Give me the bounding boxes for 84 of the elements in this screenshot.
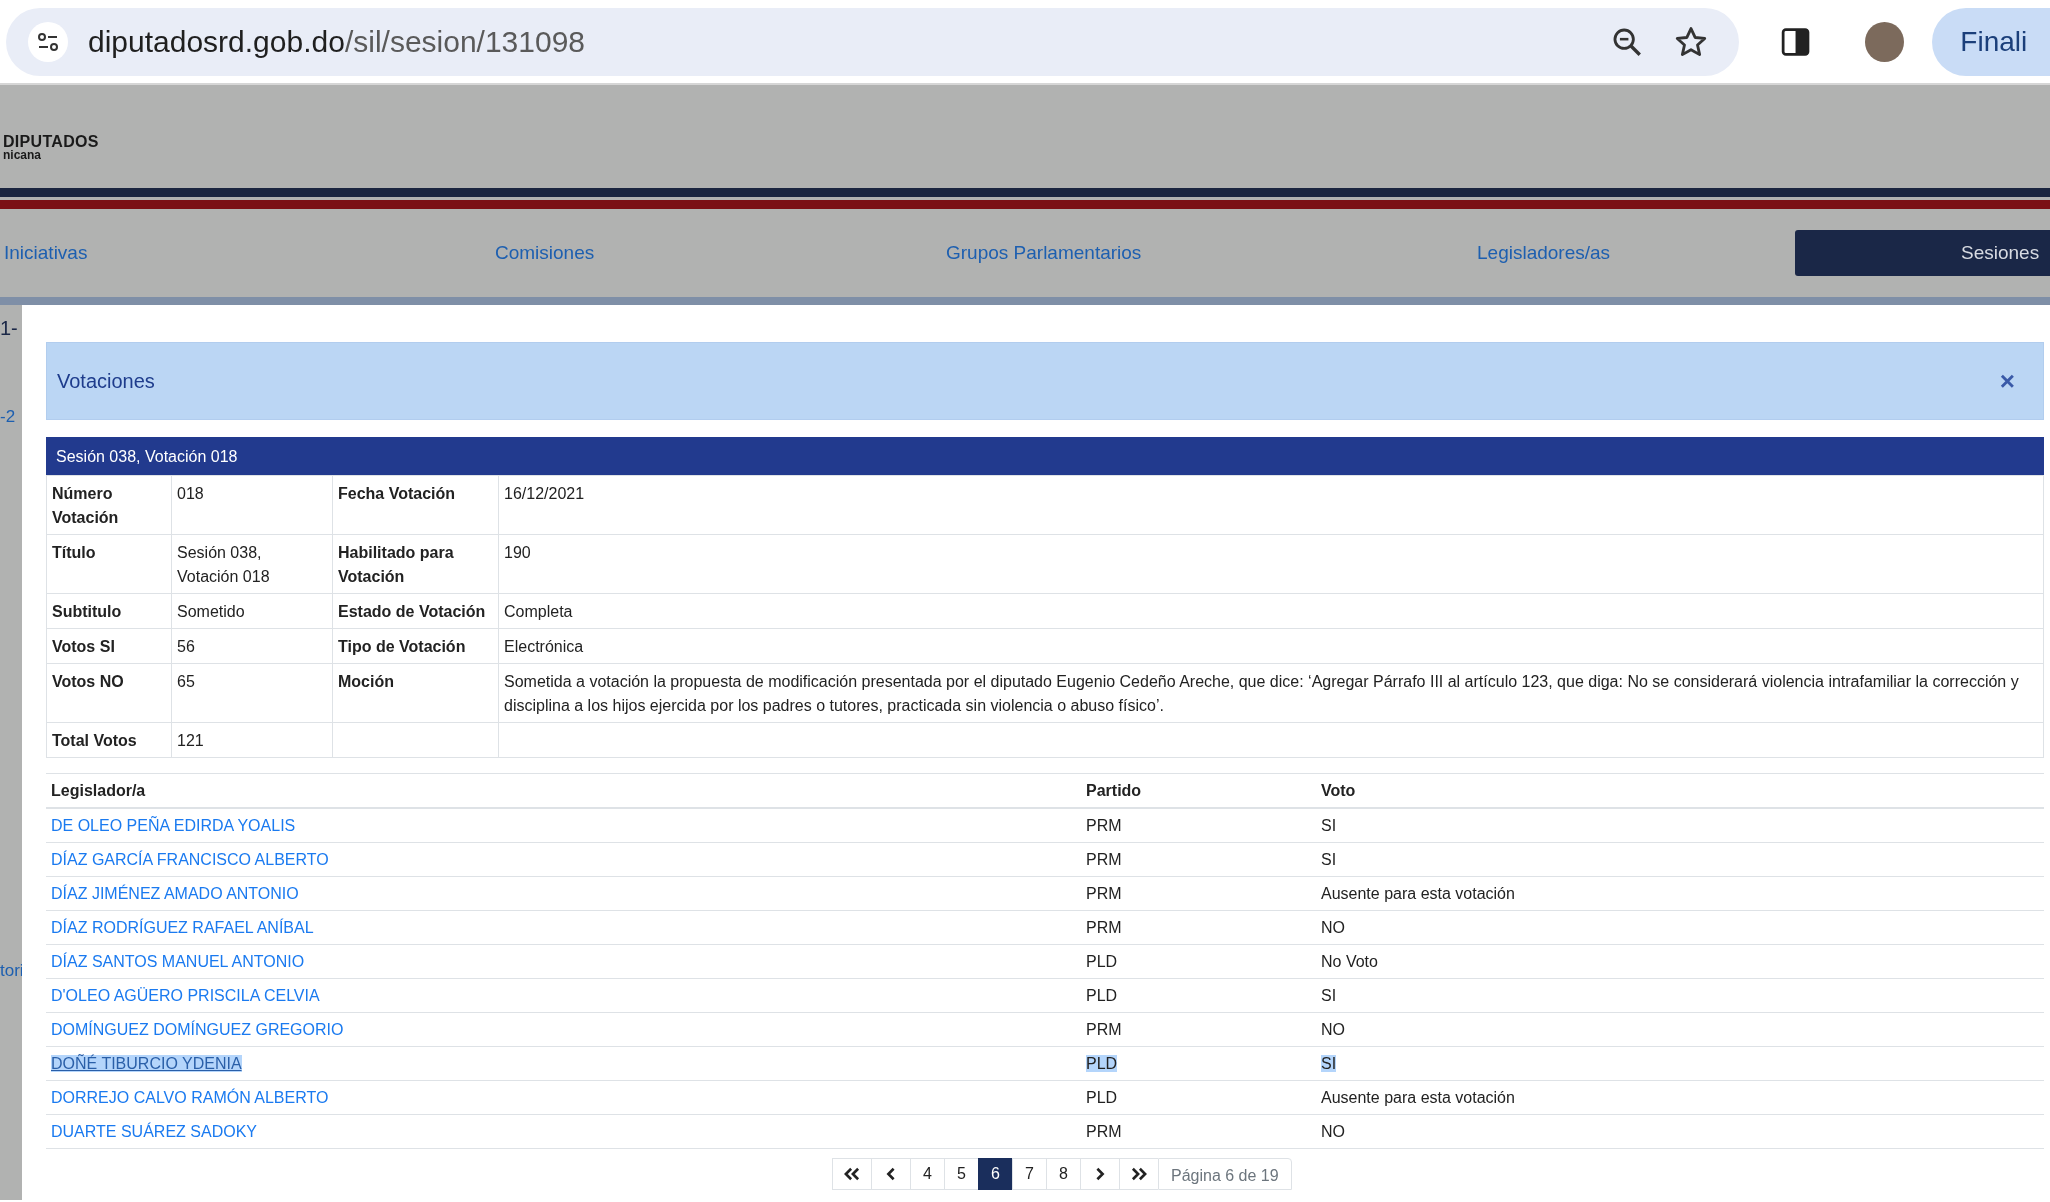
field-value: 190 [498, 534, 2044, 594]
nav-link[interactable]: Grupos Parlamentarios [946, 242, 1477, 264]
background-text: 1- [0, 317, 18, 340]
table-cell: SI [1321, 1055, 1337, 1072]
table-cell: PLD [1086, 1055, 1118, 1072]
table-cell: PRM [1086, 817, 1122, 834]
table-title: Sesión 038, Votación 018 [46, 437, 2044, 475]
page-button[interactable]: 8 [1046, 1158, 1080, 1190]
nav-link[interactable]: Legisladores/as [1477, 242, 1795, 264]
page-button[interactable]: 7 [1012, 1158, 1046, 1190]
first-page-button[interactable] [832, 1158, 871, 1190]
nav-tab[interactable]: Sesiones [1795, 230, 2050, 276]
previous-page-button[interactable] [871, 1158, 910, 1190]
field-value: Electrónica [498, 628, 2044, 664]
table-cell: PLD [1086, 987, 1118, 1004]
url-text: diputadosrd.gob.do/sil/sesion/131098 [88, 24, 586, 59]
table-cell: SI [1321, 817, 1337, 834]
legislator-link[interactable]: DÍAZ GARCÍA FRANCISCO ALBERTO [51, 851, 329, 868]
page-button[interactable]: 6 [978, 1158, 1012, 1190]
last-page-button[interactable] [1119, 1158, 1158, 1190]
table-cell: No Voto [1321, 953, 1378, 970]
table-cell: PRM [1086, 919, 1122, 936]
logo-subtitle: nicana [3, 148, 42, 162]
field-value: Sometido [171, 593, 333, 629]
table-cell: Ausente para esta votación [1321, 1089, 1515, 1106]
nav-link[interactable]: Iniciativas [4, 242, 495, 264]
field-label: Votos NO [46, 663, 172, 723]
field-value: 121 [171, 722, 333, 758]
close-button[interactable]: × [1993, 365, 2021, 397]
star-icon[interactable] [1674, 24, 1709, 59]
field-value: Sometida a votación la propuesta de modificación presentada por el diputado Eugenio Cedeño Areche, que dice: ‘Agregar Párrafo III al artículo 123, que diga: No se considerará violencia intrafamiliar la corrección y disciplina a los hijos ejercida por los padres o tutores, practicada sin violencia o abuso físico’. [498, 663, 2044, 723]
logo-title: DIPUTADOS [3, 133, 99, 149]
table-cell: PRM [1086, 1021, 1122, 1038]
table-cell: SI [1321, 851, 1337, 868]
table-cell: PLD [1086, 1089, 1118, 1106]
next-page-button[interactable] [1080, 1158, 1119, 1190]
address-bar[interactable]: diputadosrd.gob.do/sil/sesion/131098 [6, 7, 1740, 76]
field-value: Completa [498, 593, 2044, 629]
page-button[interactable]: 4 [910, 1158, 944, 1190]
field-label: Habilitado para Votación [332, 534, 499, 594]
field-value: 65 [171, 663, 333, 723]
page-status: Página 6 de 19 [1158, 1158, 1292, 1190]
legislator-link[interactable]: D'OLEO AGÜERO PRISCILA CELVIA [51, 987, 320, 1004]
legislator-link[interactable]: DUARTE SUÁREZ SADOKY [51, 1123, 257, 1140]
field-value: 018 [171, 475, 333, 535]
field-label: Moción [332, 663, 499, 723]
column-header: Voto [1316, 773, 2044, 808]
column-header: Legislador/a [46, 773, 1081, 808]
legislator-link[interactable]: DÍAZ JIMÉNEZ AMADO ANTONIO [51, 885, 299, 902]
table-cell: NO [1321, 919, 1345, 936]
nav-link[interactable]: Comisiones [495, 242, 946, 264]
background-text: tori [0, 961, 22, 981]
table-cell: PLD [1086, 953, 1118, 970]
field-label: Título [46, 534, 172, 594]
avatar[interactable] [1865, 21, 1905, 62]
legislator-link[interactable]: DOMÍNGUEZ DOMÍNGUEZ GREGORIO [51, 1021, 344, 1038]
field-value: 16/12/2021 [498, 475, 2044, 535]
profile-button[interactable]: Finali [1932, 7, 2050, 76]
field-label: Votos SI [46, 628, 172, 664]
table-cell: PRM [1086, 1123, 1122, 1140]
column-header: Partido [1081, 773, 1316, 808]
legislator-link[interactable]: DORREJO CALVO RAMÓN ALBERTO [51, 1089, 329, 1106]
page-button[interactable]: 5 [944, 1158, 978, 1190]
table-cell: PRM [1086, 885, 1122, 902]
table-cell: NO [1321, 1123, 1345, 1140]
table-cell: SI [1321, 987, 1337, 1004]
table-cell: Ausente para esta votación [1321, 885, 1515, 902]
modal-title: Votaciones [57, 369, 156, 393]
field-value: 56 [171, 628, 333, 664]
field-label: Estado de Votación [332, 593, 499, 629]
background-text: -2 [0, 407, 16, 427]
legislator-link[interactable]: DE OLEO PEÑA EDIRDA YOALIS [51, 817, 296, 834]
site-settings-icon[interactable] [28, 21, 68, 62]
field-label: Tipo de Votación [332, 628, 499, 664]
field-label: Fecha Votación [332, 475, 499, 535]
legislator-link[interactable]: DOÑÉ TIBURCIO YDENIA [51, 1055, 242, 1072]
field-label: Total Votos [46, 722, 172, 758]
table-cell: PRM [1086, 851, 1122, 868]
field-label: Subtitulo [46, 593, 172, 629]
legislator-link[interactable]: DÍAZ SANTOS MANUEL ANTONIO [51, 953, 305, 970]
table-cell: NO [1321, 1021, 1345, 1038]
legislator-link[interactable]: DÍAZ RODRÍGUEZ RAFAEL ANÍBAL [51, 919, 314, 936]
field-value: Sesión 038, Votación 018 [171, 534, 333, 594]
field-label: Número Votación [46, 475, 172, 535]
